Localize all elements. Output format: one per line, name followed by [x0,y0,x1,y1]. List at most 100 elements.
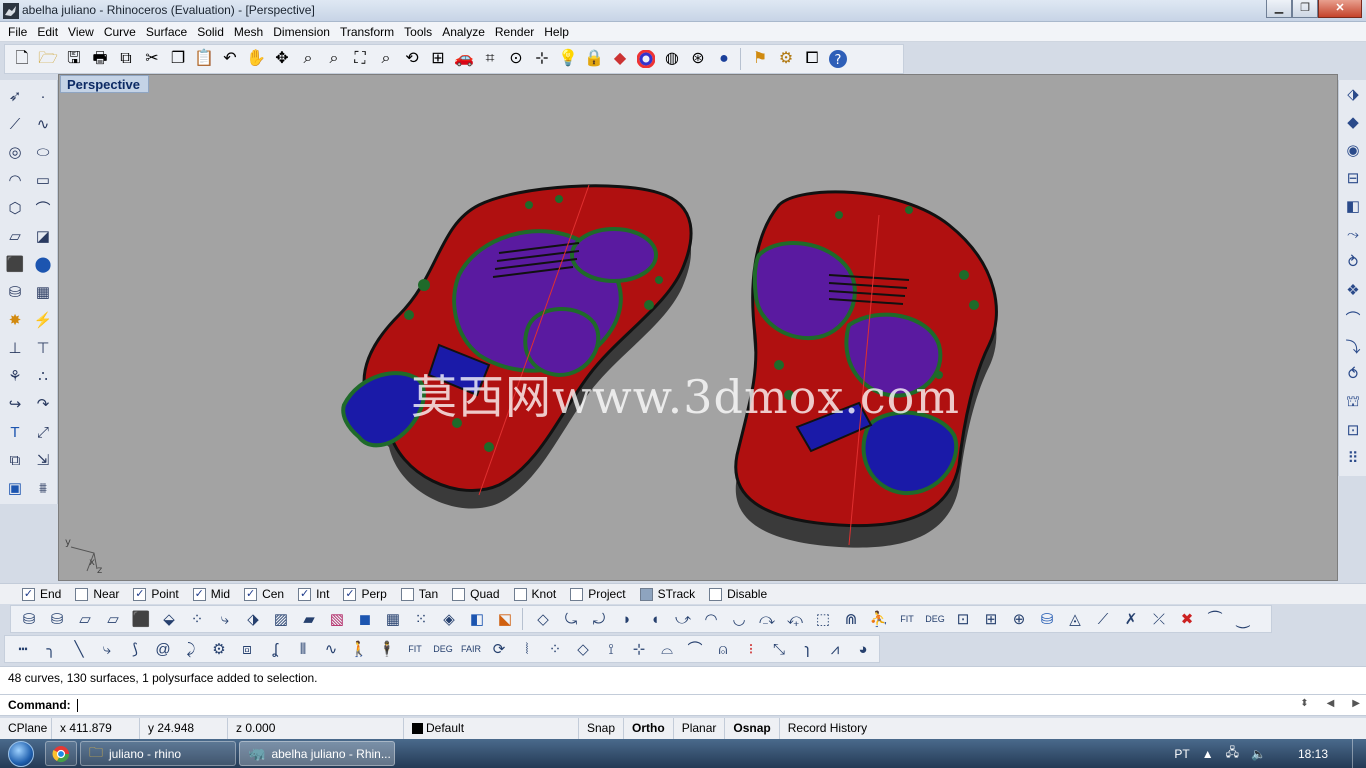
grid-snap-icon[interactable]: ⩩ [29,474,57,502]
record-history-toggle[interactable]: Record History [780,718,875,739]
center-icon[interactable]: ⊕ [1005,606,1033,632]
knife-icon[interactable]: ⟋ [1089,606,1117,632]
maximize-button[interactable]: ❐ [1292,0,1318,18]
osnap-quad[interactable]: Quad [452,587,500,601]
menu-transform[interactable]: Transform [336,22,400,41]
point-select-icon[interactable]: ⊞ [977,606,1005,632]
insole-models[interactable] [59,75,1338,581]
zigzag-icon[interactable]: ⩘ [821,636,849,662]
bend-icon[interactable]: ❖ [1339,276,1366,304]
flag-icon[interactable]: ⚑ [747,46,773,72]
cube-icon[interactable]: ◧ [463,606,491,632]
fillet-edge-icon[interactable]: ⤿ [557,606,585,632]
ellipse-icon[interactable]: ⬭ [29,138,57,166]
text-icon[interactable]: T [1,418,29,446]
box-icon[interactable]: ⬛ [1,250,29,278]
parallel-icon[interactable]: ⫴ [289,636,317,662]
mesh-icon[interactable]: ▦ [379,606,407,632]
gear-curve-icon[interactable]: ⚙ [205,636,233,662]
select-arrow-icon[interactable]: ➶ [1,82,29,110]
osnap-disable[interactable]: Disable [709,587,767,601]
show-desktop-button[interactable] [1352,739,1366,768]
perspective-viewport[interactable]: Perspective y x z 莫西网www.3dmox.com [58,74,1338,581]
fillet-curve-icon[interactable]: ╮ [37,636,65,662]
start-button[interactable] [0,739,42,768]
group-icon[interactable]: ⚘ [1,362,29,390]
osnap-cen[interactable]: ✓ Cen [244,587,284,601]
paste-icon[interactable]: 📋 [191,46,217,72]
layer-indicator[interactable]: Default [404,718,579,739]
four-viewports-icon[interactable]: ⊞ [425,46,451,72]
arc-curve-2-icon[interactable]: ⌒ [681,636,709,662]
cylinder-2-icon[interactable]: ⛁ [1033,606,1061,632]
compass-icon[interactable]: ⊹ [625,636,653,662]
volume-icon[interactable]: 🔈 [1251,747,1266,761]
pipe-icon[interactable]: ▧ [323,606,351,632]
point-grid-icon[interactable]: ⁘ [541,636,569,662]
planar-toggle[interactable]: Planar [674,718,726,739]
folder-taskbar-button[interactable]: 🗀 juliano - rhino [80,741,236,766]
plane-icon[interactable]: ▱ [71,606,99,632]
split-icon[interactable]: ⊥ [1,334,29,362]
menu-mesh[interactable]: Mesh [230,22,269,41]
polygon-icon[interactable]: ⬡ [1,194,29,222]
bell-icon[interactable]: ⍝ [709,636,737,662]
scale-icon[interactable]: ⇲ [29,446,57,474]
help-icon[interactable]: ? [825,46,851,72]
view-cube-icon[interactable]: ◆ [1339,108,1366,136]
rotate-icon[interactable]: ⟲ [399,46,425,72]
curve-icon[interactable]: ∿ [29,110,57,138]
properties-icon[interactable]: ⧠ [799,46,825,72]
osnap-toggle[interactable]: Osnap [725,718,780,739]
hook-icon[interactable]: ɿ [793,636,821,662]
osnap-project[interactable]: Project [570,587,626,601]
chamfer-icon[interactable]: ⤾ [585,606,613,632]
osnap-strack-checkbox[interactable] [639,587,653,601]
menu-help[interactable]: Help [540,22,575,41]
control-points-icon[interactable]: ⦚ [513,636,541,662]
osnap-int-checkbox[interactable]: ✓ [298,587,312,601]
offset-icon[interactable]: ↪ [1,390,29,418]
connect-icon[interactable]: ⟆ [121,636,149,662]
wave-icon[interactable]: ∿ [317,636,345,662]
menu-edit[interactable]: Edit [33,22,64,41]
point-on-icon[interactable]: ⊡ [949,606,977,632]
merge-icon[interactable]: ⤻ [669,606,697,632]
twist-icon[interactable]: ⬙ [155,606,183,632]
undo-icon[interactable]: ↶ [217,46,243,72]
split-curve-icon[interactable]: ⟟ [597,636,625,662]
shaded-icon[interactable]: ◕ [849,636,877,662]
blend-icon[interactable]: ◗ [613,606,641,632]
deg-icon[interactable]: DEG [921,606,949,632]
rectangle-icon[interactable]: ▭ [29,166,57,194]
fit-icon[interactable]: FIT [893,606,921,632]
scroll-left-icon[interactable]: ◀ [1327,698,1335,709]
deg-curve-icon[interactable]: DEG [429,636,457,662]
solid-box-icon[interactable]: ◼ [351,606,379,632]
point-icon[interactable]: · [29,82,57,110]
layers-icon[interactable]: ⧈ [233,636,261,662]
rebuild-curve-icon[interactable]: ⟳ [485,636,513,662]
osnap-perp-checkbox[interactable]: ✓ [343,587,357,601]
dash-line-icon[interactable]: ┅ [9,636,37,662]
diamond-icon[interactable]: ◇ [569,636,597,662]
mesh-icon[interactable]: ▦ [29,278,57,306]
cylinder-icon[interactable]: ⛁ [15,606,43,632]
print-icon[interactable]: 🖶 [87,46,113,72]
command-input[interactable] [77,699,79,713]
ungroup-icon[interactable]: ∴ [29,362,57,390]
rebuild-icon[interactable]: ◡ [725,606,753,632]
osnap-point-checkbox[interactable]: ✓ [133,587,147,601]
match-icon[interactable]: ◖ [641,606,669,632]
unroll-icon[interactable]: ⬚ [809,606,837,632]
bend-icon[interactable]: ⤷ [211,606,239,632]
dimension-icon[interactable]: ⤢ [29,418,57,446]
left-insole[interactable] [341,184,693,509]
snap-toggle[interactable]: Snap [579,718,625,739]
tray-expand-icon[interactable]: ▲ [1202,747,1214,761]
figure-stand-icon[interactable]: 🕴 [373,636,401,662]
remove-points-icon[interactable]: ⁝ [737,636,765,662]
shade-icon[interactable]: ◉ [1339,136,1366,164]
osnap-tan-checkbox[interactable] [400,587,414,601]
osnap-project-checkbox[interactable] [570,587,584,601]
